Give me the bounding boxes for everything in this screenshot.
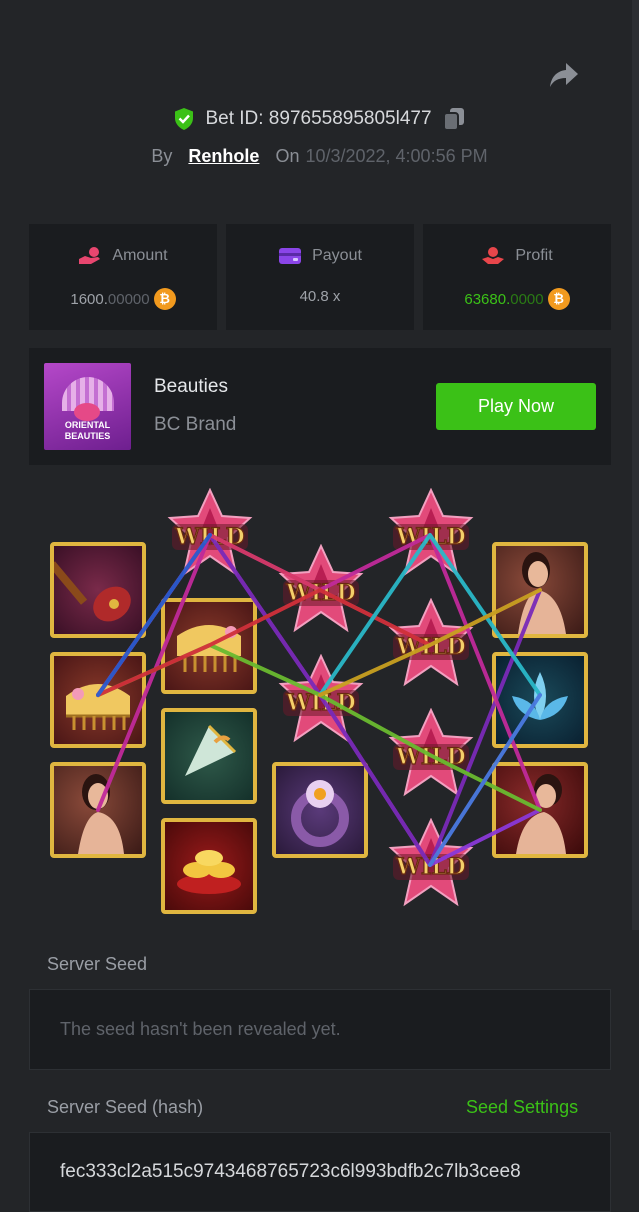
bitcoin-icon: ₿ (153, 288, 176, 310)
on-label: On (275, 145, 300, 166)
bet-id-row: Bet ID: 897655895805l477 (0, 104, 639, 134)
slot-reels: WILD WILD WILD WILD WILD WILD WILD (0, 480, 639, 920)
server-seed-hash-label: Server Seed (hash) (47, 1097, 204, 1117)
flower-icon (74, 403, 100, 421)
bet-id-text: Bet ID: 897655895805l477 (205, 108, 432, 129)
profit-hand-icon (482, 247, 505, 264)
amount-card: Amount 1600.00000 ₿ (29, 224, 217, 330)
hand-coin-icon (79, 247, 101, 264)
profit-value: 63680.0000 (464, 290, 544, 308)
server-seed-field: The seed hasn't been revealed yet. (29, 989, 611, 1070)
paylines (96, 533, 542, 867)
by-label: By (151, 145, 173, 166)
play-now-button[interactable]: Play Now (436, 383, 596, 430)
bet-date: 10/3/2022, 4:00:56 PM (305, 145, 488, 166)
payout-label: Payout (312, 247, 362, 264)
share-icon[interactable] (548, 60, 580, 90)
server-seed-label: Server Seed (47, 954, 148, 974)
copy-icon[interactable] (442, 106, 466, 132)
payout-card: Payout 40.8 x (226, 224, 414, 330)
payout-value: 40.8 x (299, 288, 341, 305)
game-thumbnail[interactable]: ORIENTAL BEAUTIES (44, 363, 131, 450)
game-brand: BC Brand (154, 414, 237, 435)
seed-settings-link[interactable]: Seed Settings (466, 1097, 578, 1118)
username-link[interactable]: Renhole (188, 146, 259, 167)
game-title[interactable]: Beauties (154, 376, 228, 398)
bitcoin-icon: ₿ (547, 288, 570, 310)
amount-label: Amount (112, 247, 168, 264)
verified-shield-icon (175, 108, 194, 130)
server-seed-hash-field[interactable]: fec333cl2a515c9743468765723c6l993bdfb2c7… (29, 1132, 611, 1212)
wallet-icon (279, 248, 302, 264)
profit-card: Profit 63680.0000 ₿ (423, 224, 611, 330)
amount-value: 1600.00000 (70, 290, 150, 308)
scrollbar[interactable] (632, 0, 639, 930)
profit-label: Profit (515, 247, 553, 264)
game-card: ORIENTAL BEAUTIES Beauties BC Brand Play … (29, 348, 611, 465)
bet-author-row: By Renhole On 10/3/2022, 4:00:56 PM (0, 142, 639, 170)
